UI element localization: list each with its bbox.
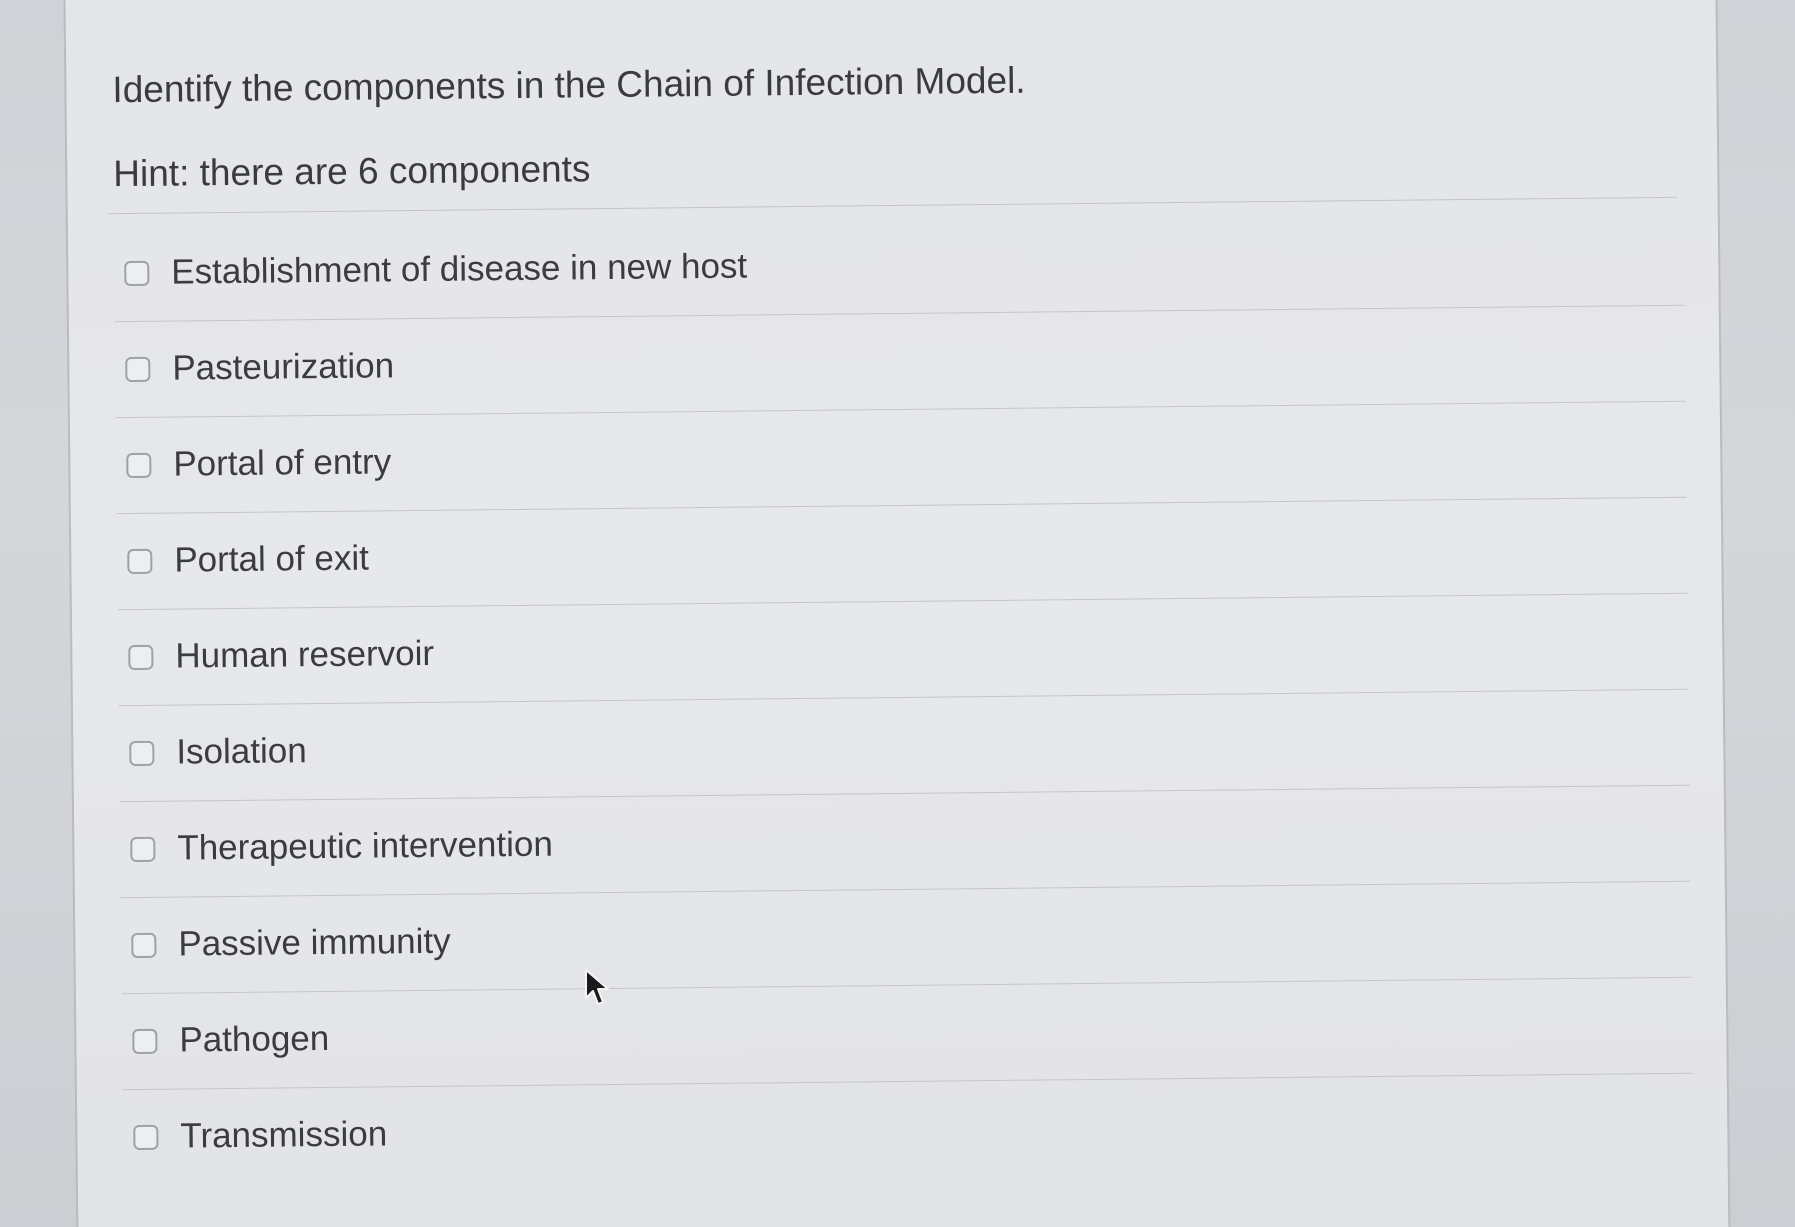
option-checkbox[interactable] [132,1028,158,1055]
option-row[interactable]: Portal of exit [116,497,1688,611]
option-label[interactable]: Isolation [176,731,307,772]
option-label[interactable]: Therapeutic intervention [177,825,553,869]
option-checkbox[interactable] [130,836,156,863]
question-panel: Identify the components in the Chain of … [63,0,1731,1227]
option-row[interactable]: Passive immunity [120,881,1692,995]
option-row[interactable]: Transmission [123,1074,1694,1185]
answer-options: Establishment of disease in new host Pas… [113,209,1694,1185]
question-block: Identify the components in the Chain of … [112,59,1027,197]
option-label[interactable]: Transmission [180,1114,387,1156]
option-checkbox[interactable] [127,548,153,575]
option-row[interactable]: Isolation [118,689,1690,803]
question-hint: Hint: there are 6 components [113,148,591,195]
option-row[interactable]: Therapeutic intervention [119,785,1691,899]
screen: Identify the components in the Chain of … [0,0,1795,1227]
option-label[interactable]: Pathogen [179,1019,329,1061]
option-checkbox[interactable] [124,260,150,287]
option-checkbox[interactable] [126,452,152,479]
option-checkbox[interactable] [129,740,155,767]
option-row[interactable]: Pathogen [121,977,1693,1091]
option-label[interactable]: Portal of entry [173,442,391,484]
option-row[interactable]: Establishment of disease in new host [113,209,1685,323]
option-row[interactable]: Pasteurization [114,305,1686,419]
option-checkbox[interactable] [131,932,157,959]
option-checkbox[interactable] [128,644,154,671]
option-row[interactable]: Portal of entry [115,401,1687,515]
option-checkbox[interactable] [133,1124,159,1151]
option-label[interactable]: Pasteurization [172,346,394,388]
option-label[interactable]: Establishment of disease in new host [171,247,747,293]
option-label[interactable]: Portal of exit [174,539,369,581]
mouse-pointer-icon [585,969,609,1005]
option-row[interactable]: Human reservoir [117,593,1689,707]
option-label[interactable]: Passive immunity [178,922,451,965]
question-title: Identify the components in the Chain of … [112,59,1026,111]
option-label[interactable]: Human reservoir [175,634,434,677]
option-checkbox[interactable] [125,356,151,383]
